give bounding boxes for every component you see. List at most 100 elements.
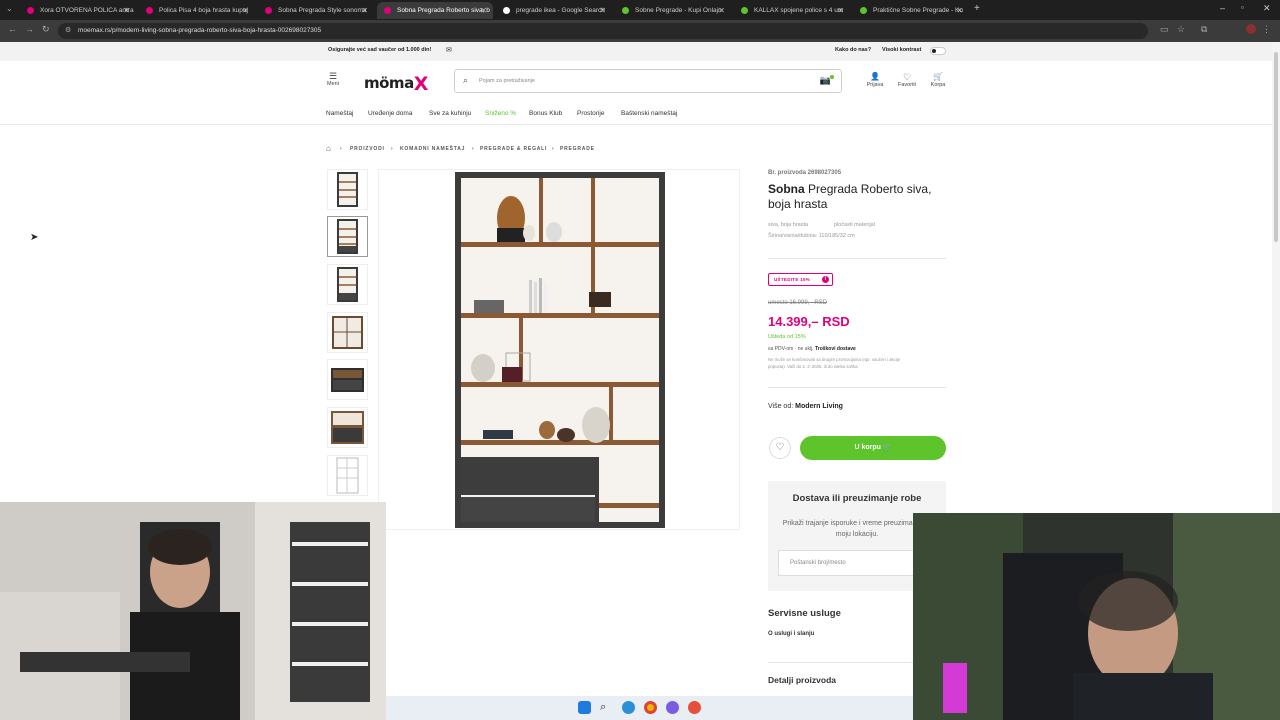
services-link[interactable]: O uslugi i slanju	[768, 631, 814, 637]
cart-label: Korpa	[930, 82, 946, 88]
tab-close-icon[interactable]: ✕	[123, 2, 130, 19]
shelf-image	[455, 172, 665, 528]
webcam-image	[913, 513, 1280, 720]
shipping-costs-link[interactable]: Troškovi dostave	[815, 346, 856, 352]
windows-start-icon[interactable]	[578, 701, 591, 714]
search-icon[interactable]: ⌕	[600, 701, 613, 714]
nav-item-garden[interactable]: Baštenski nameštaj	[621, 110, 677, 117]
search-box[interactable]: ⌕ Pojam za pretraživanje 📷	[454, 69, 842, 93]
maximize-icon[interactable]: ▫	[1241, 3, 1244, 12]
breadcrumb-item[interactable]: PROIZVODI	[350, 146, 385, 152]
login-button[interactable]: 👤 Prijava	[862, 72, 888, 88]
breadcrumb-item[interactable]: PREGRADE & REGALI	[480, 146, 547, 152]
forward-icon[interactable]: →	[25, 24, 34, 34]
nav-item-sale[interactable]: Sniženo %	[485, 110, 516, 117]
close-window-icon[interactable]: ✕	[1263, 3, 1271, 14]
gallery-thumbnail[interactable]	[327, 169, 368, 210]
tab-title: Polica Pisa 4 boja hrasta kupuj	[159, 7, 248, 14]
tax-line: sa PDV-om · ne uklj. Troškovi dostave	[768, 346, 856, 352]
browser-tab[interactable]: Polica Pisa 4 boja hrasta kupuj ✕	[139, 2, 255, 19]
product-color: siva, boja hrasta	[768, 222, 809, 228]
nav-item-home-decor[interactable]: Uređenje doma	[368, 110, 412, 117]
back-icon[interactable]: ←	[8, 24, 17, 34]
home-icon[interactable]: ⌂	[326, 144, 332, 153]
tab-favicon	[146, 7, 153, 14]
browser-tab[interactable]: Sobna Pregrada Roberto siva, b ✕	[377, 2, 493, 19]
badge-text: UŠTEDITE 15%	[774, 277, 811, 282]
main-product-image[interactable]	[378, 169, 740, 530]
product-details-heading[interactable]: Detalji proizvoda	[768, 675, 836, 685]
promo-text[interactable]: Osigurajte već sad vaučer od 1.000 din!	[328, 47, 431, 53]
brand-link[interactable]: Modern Living	[795, 403, 843, 410]
search-input[interactable]: Pojam za pretraživanje	[479, 78, 535, 84]
favorites-button[interactable]: ♡ Favoriti	[894, 72, 920, 88]
gallery-thumbnail[interactable]	[327, 312, 368, 353]
webcam-overlay-left	[0, 502, 386, 720]
high-contrast-toggle[interactable]	[930, 47, 946, 55]
browser-tab[interactable]: KALLAX spojene police s 4 um ✕	[734, 2, 850, 19]
site-logo[interactable]: mömаX	[364, 71, 429, 95]
add-to-cart-button[interactable]: U korpu 🛒	[800, 436, 946, 460]
cart-button[interactable]: 🛒 Korpa	[925, 72, 951, 88]
url-field[interactable]: ⚙ moemax.rs/p/modern-living-sobna-pregra…	[58, 23, 1148, 39]
browser-tab[interactable]: Sobna Pregrada Style sonoma ✕	[258, 2, 374, 19]
edge-icon[interactable]	[622, 701, 635, 714]
tab-search-icon[interactable]: ⌄	[6, 4, 13, 13]
help-link[interactable]: Kako do nas?	[835, 47, 871, 53]
wishlist-button[interactable]: ♡	[769, 437, 791, 459]
tab-close-icon[interactable]: ✕	[956, 2, 963, 19]
gallery-thumbnail-selected[interactable]	[327, 216, 368, 257]
tab-favicon	[265, 7, 272, 14]
extensions-icon[interactable]: ⧉	[1201, 24, 1207, 35]
nav-item-furniture[interactable]: Nameštaj	[326, 110, 353, 117]
gallery-thumbnail[interactable]	[327, 455, 368, 496]
gallery-thumbnail[interactable]	[327, 359, 368, 400]
breadcrumb-item[interactable]: PREGRADE	[560, 146, 595, 152]
gallery-thumbnail[interactable]	[327, 264, 368, 305]
fine-print: popusta). Važi do 2. 3. 2025. ili do ist…	[768, 364, 859, 369]
nav-item-bonus-club[interactable]: Bonus Klub	[529, 110, 562, 117]
nav-item-kitchen[interactable]: Sve za kuhinju	[429, 110, 471, 117]
menu-label: Meni	[327, 81, 339, 87]
tab-close-icon[interactable]: ✕	[718, 2, 725, 19]
breadcrumb-item[interactable]: KOMADNI NAMEŠTAJ	[400, 146, 465, 152]
menu-button[interactable]: ☰ Meni	[325, 71, 341, 88]
tab-close-icon[interactable]: ✕	[242, 2, 249, 19]
gallery-thumbnail[interactable]	[327, 407, 368, 448]
bookmark-star-icon[interactable]: ☆	[1177, 24, 1185, 35]
tab-close-icon[interactable]: ✕	[599, 2, 606, 19]
reload-icon[interactable]: ↻	[42, 24, 50, 35]
browser-tab[interactable]: Praktične Sobne Pregrade - Ku ✕	[853, 2, 969, 19]
install-icon[interactable]: ▭	[1160, 24, 1169, 35]
breadcrumb-separator: ›	[472, 146, 475, 152]
site-info-icon[interactable]: ⚙	[65, 23, 71, 39]
tab-close-icon[interactable]: ✕	[361, 2, 368, 19]
logo-x-mark: X	[413, 73, 429, 95]
divider	[768, 258, 946, 259]
scrollbar-thumb[interactable]	[1274, 52, 1278, 242]
price: 14.399,– RSD	[768, 314, 850, 329]
heart-icon: ♡	[775, 442, 785, 453]
product-title: Sobna Pregrada Roberto siva,	[768, 182, 931, 196]
profile-avatar[interactable]	[1246, 24, 1256, 34]
discount-badge: UŠTEDITE 15% i	[768, 273, 833, 286]
browser-tab[interactable]: Xora OTVORENA POLICA antra ✕	[20, 2, 136, 19]
new-tab-button[interactable]: +	[974, 3, 980, 14]
brand-line: Više od: Modern Living	[768, 403, 843, 410]
chrome-icon[interactable]	[644, 701, 657, 714]
minimize-icon[interactable]: –	[1220, 3, 1225, 13]
info-icon[interactable]: i	[822, 276, 829, 283]
promo-bar: Osigurajte već sad vaučer od 1.000 din! …	[0, 42, 1272, 61]
thumbnail-image	[337, 219, 358, 254]
browser-menu-icon[interactable]: ⋮	[1262, 24, 1271, 35]
browser-tab[interactable]: pregrade ikea - Google Search ✕	[496, 2, 612, 19]
favorites-label: Favoriti	[897, 82, 917, 88]
nav-item-rooms[interactable]: Prostorije	[577, 110, 604, 117]
discord-icon[interactable]	[666, 701, 679, 714]
tab-close-icon[interactable]: ✕	[837, 2, 844, 19]
tab-title: Praktične Sobne Pregrade - Ku	[873, 7, 963, 14]
app-icon[interactable]	[688, 701, 701, 714]
hamburger-icon: ☰	[328, 71, 338, 81]
browser-tab[interactable]: Sobne Pregrade - Kupi Onlajn ✕	[615, 2, 731, 19]
tab-close-icon[interactable]: ✕	[480, 2, 487, 19]
